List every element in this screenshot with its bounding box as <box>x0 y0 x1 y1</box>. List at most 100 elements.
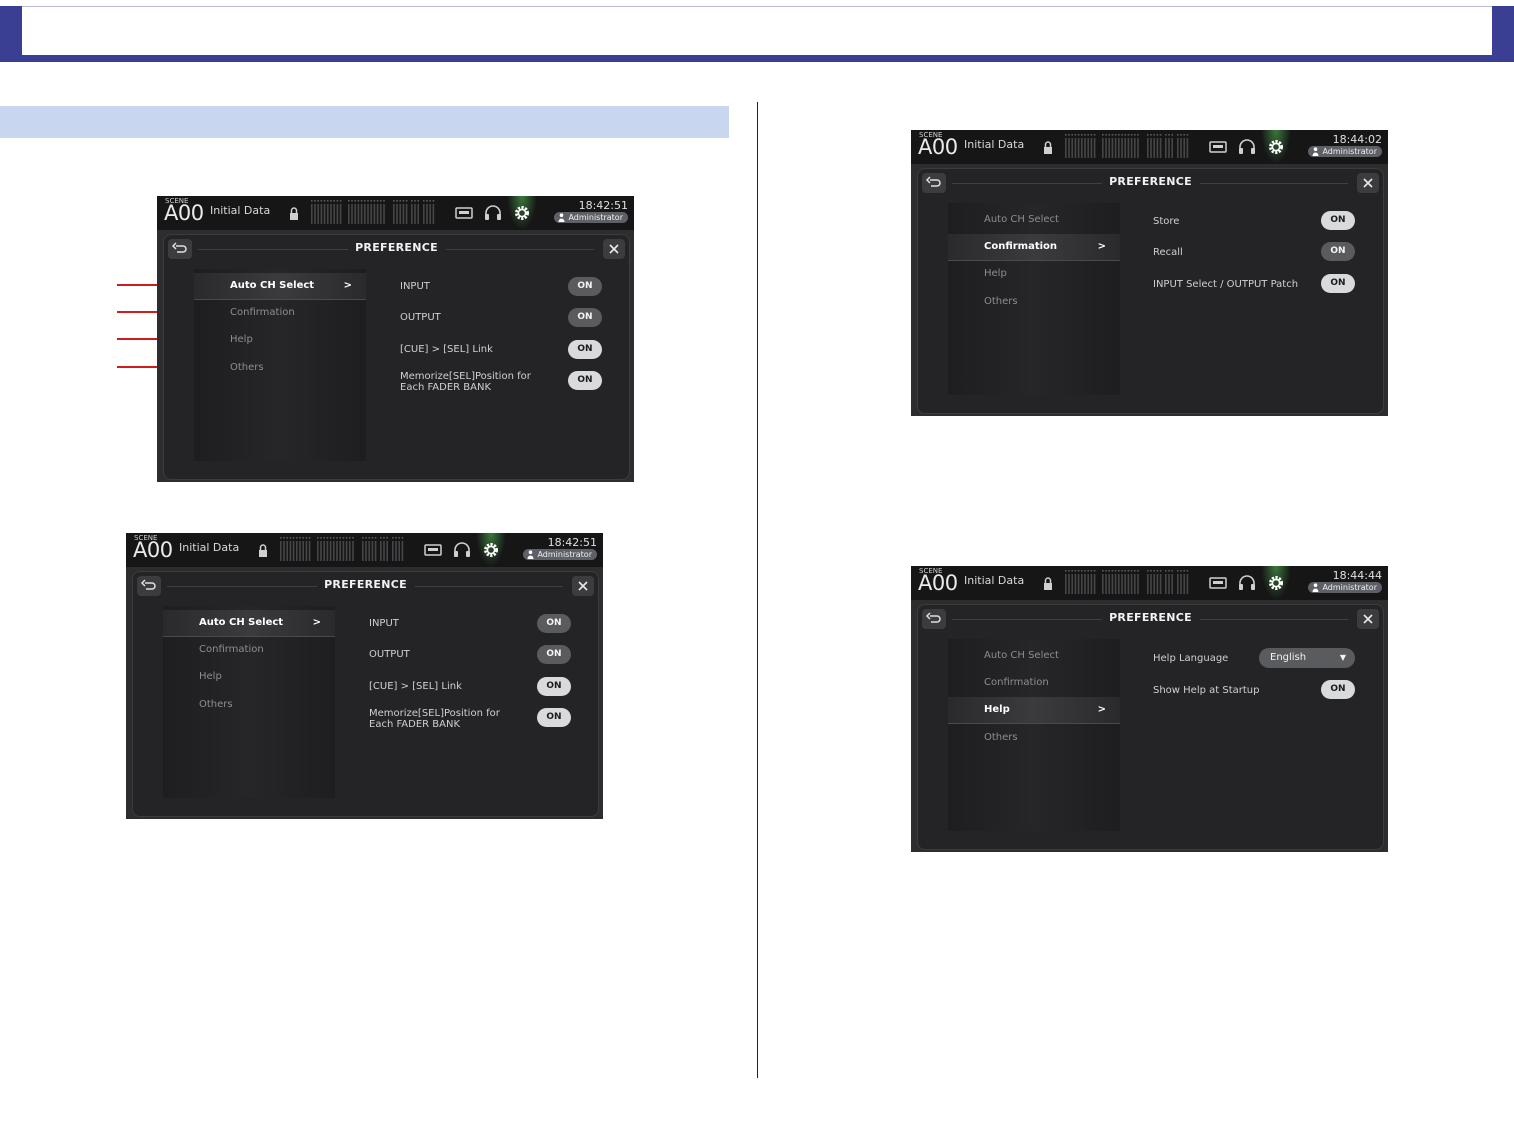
setting-label-show-help-at-startup: Show Help at Startup <box>1153 685 1260 696</box>
close-icon <box>1363 178 1373 188</box>
menu-item-label: Help <box>984 268 1007 279</box>
menu-item-others[interactable]: Others <box>948 725 1120 751</box>
lock-icon[interactable] <box>257 543 269 559</box>
level-meter-icon <box>280 537 404 561</box>
headphones-icon[interactable] <box>452 541 472 559</box>
level-meter-icon <box>1065 570 1189 594</box>
gear-icon[interactable] <box>1266 574 1286 592</box>
mixer-screen-confirmation: SCENE A00 Initial Data 18:44:02 Administ… <box>911 130 1388 416</box>
close-button[interactable] <box>603 239 625 259</box>
person-icon <box>1312 147 1319 156</box>
scene-number[interactable]: A00 <box>133 538 173 562</box>
headphones-icon[interactable] <box>483 204 503 222</box>
user-name: Administrator <box>568 213 623 222</box>
close-button[interactable] <box>1357 173 1379 193</box>
memorize-on-button[interactable]: ON <box>568 371 602 390</box>
output-on-button[interactable]: ON <box>568 308 602 327</box>
setting-label-input: INPUT <box>369 618 399 629</box>
menu-item-confirmation[interactable]: Confirmation <box>163 637 335 663</box>
user-name: Administrator <box>1322 583 1377 592</box>
close-icon <box>578 581 588 591</box>
menu-item-label: Auto CH Select <box>230 280 315 291</box>
clock: 18:44:44 <box>1332 569 1382 582</box>
cue-sel-link-on-button[interactable]: ON <box>568 340 602 359</box>
menu-item-label: Others <box>984 296 1018 307</box>
menu-item-confirmation[interactable]: Confirmation <box>194 300 366 326</box>
user-badge[interactable]: Administrator <box>523 549 597 560</box>
menu-item-confirmation[interactable]: Confirmation > <box>948 234 1120 261</box>
menu-item-help[interactable]: Help <box>194 327 366 353</box>
close-button[interactable] <box>1357 609 1379 629</box>
gear-icon[interactable] <box>512 204 532 222</box>
menu-item-help[interactable]: Help <box>948 261 1120 287</box>
mixer-screen-help: SCENE A00 Initial Data 18:44:44 Administ… <box>911 566 1388 852</box>
menu-item-confirmation[interactable]: Confirmation <box>948 670 1120 696</box>
clock: 18:42:51 <box>578 199 628 212</box>
panel-title: PREFERENCE <box>1109 611 1192 624</box>
mixer-screen-auto-ch-select: SCENE A00 Initial Data 18:42:51 Administ… <box>157 196 634 482</box>
input-on-button[interactable]: ON <box>537 614 571 633</box>
lock-icon[interactable] <box>1042 140 1054 156</box>
menu-item-others[interactable]: Others <box>194 355 366 381</box>
chevron-right-icon: > <box>1097 241 1106 252</box>
memorize-on-button[interactable]: ON <box>537 708 571 727</box>
show-help-on-button[interactable]: ON <box>1321 680 1355 699</box>
close-icon <box>1363 614 1373 624</box>
close-button[interactable] <box>572 576 594 596</box>
setting-label-output: OUTPUT <box>400 312 441 323</box>
panel-title: PREFERENCE <box>324 578 407 591</box>
scene-number[interactable]: A00 <box>918 135 958 159</box>
recall-on-button[interactable]: ON <box>1321 242 1355 261</box>
lock-icon[interactable] <box>288 206 300 222</box>
scene-name[interactable]: Initial Data <box>964 574 1024 587</box>
setting-label-output: OUTPUT <box>369 649 410 660</box>
user-badge[interactable]: Administrator <box>1308 146 1382 157</box>
setting-label-memorize-line2: Each FADER BANK <box>400 382 492 393</box>
setting-label-input: INPUT <box>400 281 430 292</box>
setting-label-recall: Recall <box>1153 247 1183 258</box>
menu-item-label: Help <box>199 671 222 682</box>
mixer-screen-auto-ch-select-2: SCENE A00 Initial Data 18:42:51 Administ… <box>126 533 603 819</box>
scene-name[interactable]: Initial Data <box>964 138 1024 151</box>
recorder-icon[interactable] <box>1208 574 1228 592</box>
header-tab-right <box>1492 6 1514 60</box>
user-name: Administrator <box>1322 147 1377 156</box>
clock: 18:44:02 <box>1332 133 1382 146</box>
menu-item-help[interactable]: Help <box>163 664 335 690</box>
menu-item-others[interactable]: Others <box>163 692 335 718</box>
chevron-right-icon: > <box>1097 704 1106 715</box>
store-on-button[interactable]: ON <box>1321 211 1355 230</box>
menu-item-label: Others <box>984 732 1018 743</box>
preference-panel: PREFERENCE Auto CH Select > Confirmation … <box>163 234 630 480</box>
menu-item-label: Others <box>230 362 264 373</box>
recorder-icon[interactable] <box>1208 138 1228 156</box>
help-language-dropdown[interactable]: English ▼ <box>1259 648 1355 668</box>
scene-name[interactable]: Initial Data <box>210 204 270 217</box>
menu-item-others[interactable]: Others <box>948 289 1120 315</box>
menu-item-auto-ch-select[interactable]: Auto CH Select <box>948 207 1120 233</box>
header-rule <box>0 55 1514 62</box>
menu-item-label: Help <box>984 704 1010 715</box>
gear-icon[interactable] <box>1266 138 1286 156</box>
cue-sel-link-on-button[interactable]: ON <box>537 677 571 696</box>
input-on-button[interactable]: ON <box>568 277 602 296</box>
menu-item-auto-ch-select[interactable]: Auto CH Select > <box>163 610 335 637</box>
person-icon <box>1312 583 1319 592</box>
scene-number[interactable]: A00 <box>918 571 958 595</box>
user-badge[interactable]: Administrator <box>1308 582 1382 593</box>
menu-item-label: Auto CH Select <box>199 617 284 628</box>
input-select-output-patch-on-button[interactable]: ON <box>1321 274 1355 293</box>
lock-icon[interactable] <box>1042 576 1054 592</box>
gear-icon[interactable] <box>481 541 501 559</box>
menu-item-help[interactable]: Help > <box>948 697 1120 724</box>
menu-item-auto-ch-select[interactable]: Auto CH Select > <box>194 273 366 300</box>
output-on-button[interactable]: ON <box>537 645 571 664</box>
headphones-icon[interactable] <box>1237 138 1257 156</box>
user-badge[interactable]: Administrator <box>554 212 628 223</box>
menu-item-auto-ch-select[interactable]: Auto CH Select <box>948 643 1120 669</box>
recorder-icon[interactable] <box>423 541 443 559</box>
recorder-icon[interactable] <box>454 204 474 222</box>
headphones-icon[interactable] <box>1237 574 1257 592</box>
scene-number[interactable]: A00 <box>164 201 204 225</box>
scene-name[interactable]: Initial Data <box>179 541 239 554</box>
